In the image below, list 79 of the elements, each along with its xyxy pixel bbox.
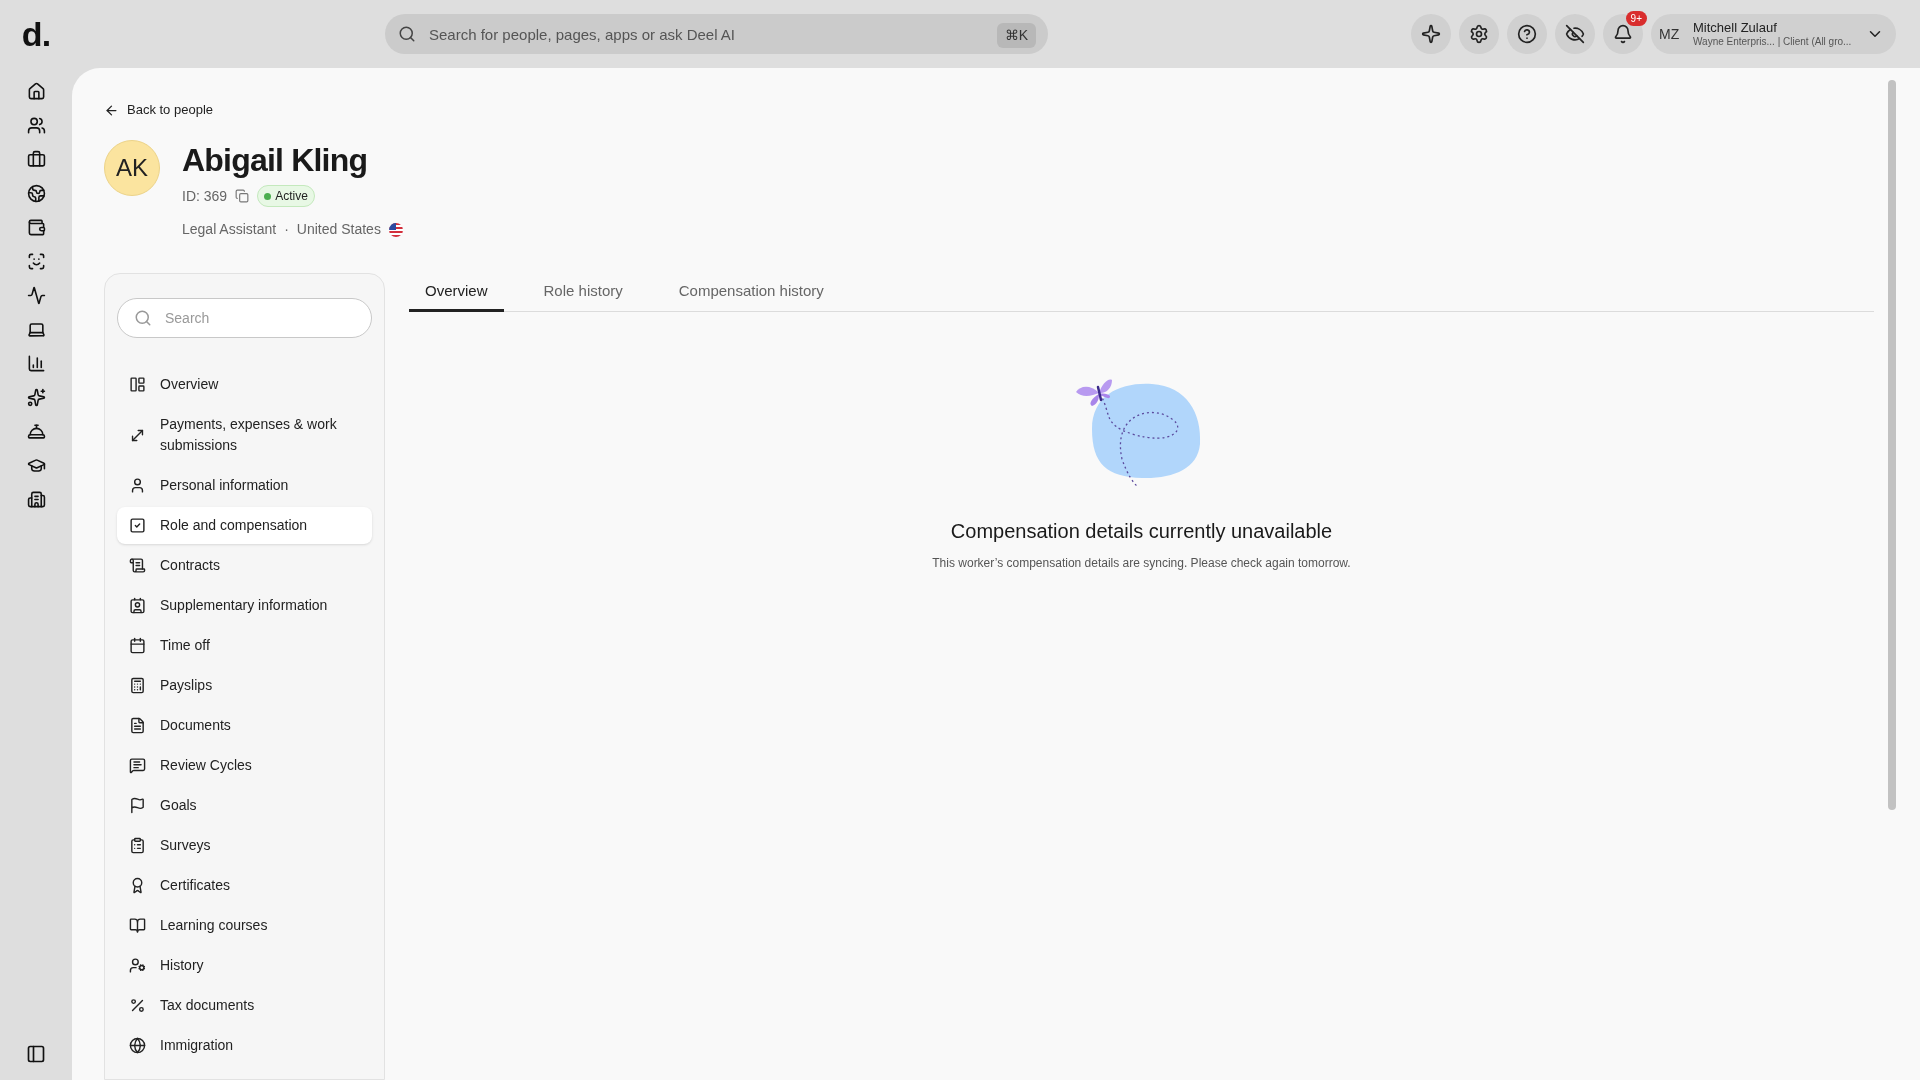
menu-item[interactable]: Learning courses xyxy=(117,907,372,944)
menu-item[interactable]: Certificates xyxy=(117,867,372,904)
menu-item[interactable]: Role and compensation xyxy=(117,507,372,544)
help-button[interactable] xyxy=(1507,14,1547,54)
notification-badge: 9+ xyxy=(1625,11,1647,26)
logo[interactable]: d. xyxy=(21,8,51,60)
menu-item[interactable]: Documents xyxy=(117,707,372,744)
id-card-icon xyxy=(129,597,146,614)
person-name: Abigail Kling xyxy=(182,141,369,180)
trend-line-icon[interactable] xyxy=(26,286,46,305)
tab[interactable]: Overview xyxy=(409,273,504,312)
user-subtitle: Wayne Enterpris... | Client (All gro... xyxy=(1693,35,1853,49)
sparkle-icon xyxy=(1421,24,1441,44)
menu-item[interactable]: Personal information xyxy=(117,467,372,504)
user-menu[interactable]: MZ Mitchell Zulauf Wayne Enterpris... | Client (All gro... xyxy=(1651,14,1896,54)
graduation-cap-icon[interactable] xyxy=(26,456,46,475)
copy-icon[interactable] xyxy=(235,189,250,203)
face-scan-icon[interactable] xyxy=(26,252,46,271)
scroll-icon xyxy=(129,557,146,574)
building-icon[interactable] xyxy=(26,490,46,509)
sparkles-icon[interactable] xyxy=(26,388,46,407)
people-icon[interactable] xyxy=(26,116,46,135)
flag-icon xyxy=(129,797,146,814)
menu-item[interactable]: Overview xyxy=(117,366,372,403)
settings-icon xyxy=(1469,24,1489,44)
us-flag-icon xyxy=(388,222,403,237)
help-icon xyxy=(1517,24,1537,44)
country: United States xyxy=(296,220,381,239)
clipboard-icon xyxy=(129,837,146,854)
message-icon xyxy=(129,757,146,774)
globe-icon[interactable] xyxy=(26,184,46,203)
briefcase-icon[interactable] xyxy=(26,150,46,169)
menu-search-field[interactable]: Search xyxy=(117,298,372,338)
home-icon[interactable] xyxy=(26,82,46,101)
menu-item[interactable]: Tax documents xyxy=(117,987,372,1024)
profile-avatar: AK xyxy=(104,140,160,196)
back-link[interactable]: Back to people xyxy=(104,100,213,120)
bell-icon xyxy=(1613,24,1633,44)
shortcut-key: ⌘K xyxy=(996,23,1036,48)
empty-state-message: This worker’s compensation details are syncing. Please check again tomorrow. xyxy=(932,555,1351,572)
calendar-icon xyxy=(129,637,146,654)
search-icon xyxy=(134,309,152,327)
menu-item[interactable]: Goals xyxy=(117,787,372,824)
bar-chart-icon[interactable] xyxy=(26,354,46,373)
tab[interactable]: Role history xyxy=(527,273,639,312)
job-title: Legal Assistant xyxy=(182,220,277,239)
laptop-icon[interactable] xyxy=(26,320,46,339)
menu-item[interactable]: History xyxy=(117,947,372,984)
menu-item[interactable]: Time off xyxy=(117,627,372,664)
document-icon xyxy=(129,717,146,734)
settings-button[interactable] xyxy=(1459,14,1499,54)
menu-item[interactable]: Review Cycles xyxy=(117,747,372,784)
menu-item[interactable]: Surveys xyxy=(117,827,372,864)
user-gear-icon xyxy=(129,957,146,974)
percent-icon xyxy=(129,997,146,1014)
person-icon xyxy=(129,477,146,494)
search-icon xyxy=(398,25,416,43)
calculator-icon xyxy=(129,677,146,694)
menu-item[interactable]: Contracts xyxy=(117,547,372,584)
separator-dot: · xyxy=(284,220,289,239)
status-badge: Active xyxy=(257,185,315,207)
globe-icon xyxy=(129,1037,146,1054)
person-id: ID: 369 xyxy=(182,186,228,206)
empty-state-title: Compensation details currently unavailable xyxy=(950,519,1333,544)
user-name: Mitchell Zulauf xyxy=(1693,19,1778,36)
menu-item[interactable]: Supplementary information xyxy=(117,587,372,624)
tab[interactable]: Compensation history xyxy=(662,273,840,312)
checkbox-icon xyxy=(129,517,146,534)
user-avatar: MZ xyxy=(1659,24,1681,44)
wallet-icon[interactable] xyxy=(26,218,46,237)
book-icon xyxy=(129,917,146,934)
menu-item[interactable]: Immigration xyxy=(117,1027,372,1064)
bell-dome-icon[interactable] xyxy=(26,422,46,441)
menu-item[interactable]: Payments, expenses & work submissions xyxy=(117,406,372,464)
sparkle-button[interactable] xyxy=(1411,14,1451,54)
scrollbar[interactable] xyxy=(1888,80,1896,810)
layout-icon xyxy=(129,376,146,393)
menu-item[interactable]: Payslips xyxy=(117,667,372,704)
sidebar-toggle-icon[interactable] xyxy=(26,1044,46,1064)
